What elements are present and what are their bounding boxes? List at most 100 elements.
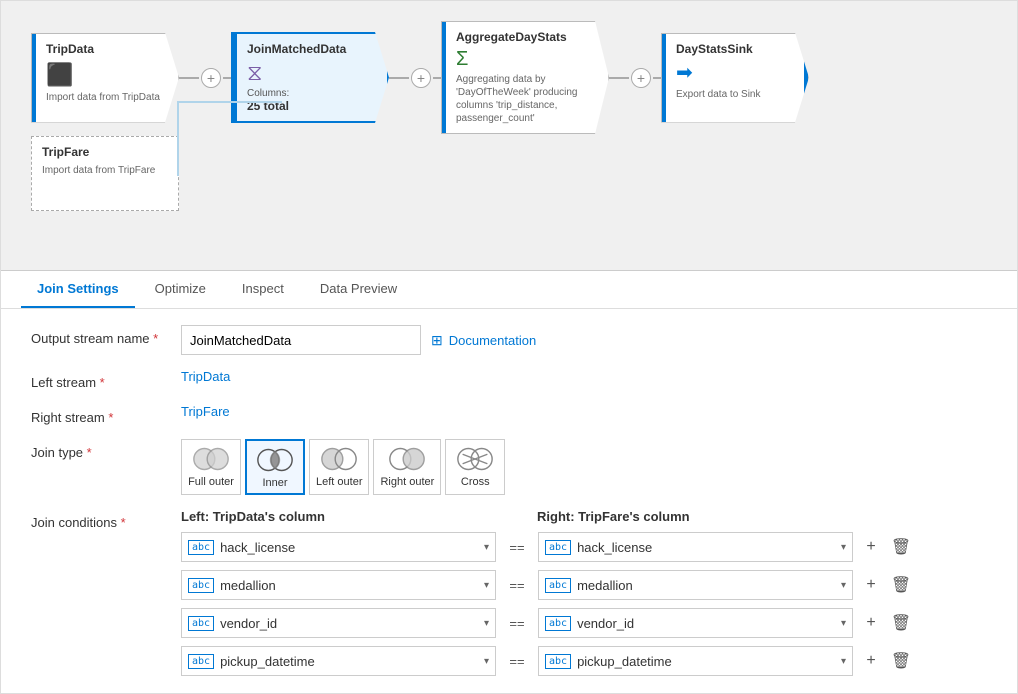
join-icon: ⧖ bbox=[247, 60, 377, 86]
right-stream-value[interactable]: TripFare bbox=[181, 404, 230, 419]
delete-condition-btn-1[interactable]: 🗑 bbox=[889, 535, 913, 559]
join-type-group: Full outer In bbox=[181, 439, 505, 495]
tab-data-preview[interactable]: Data Preview bbox=[304, 271, 413, 308]
join-label-right-outer: Right outer bbox=[380, 476, 434, 488]
add-node-btn-3[interactable]: + bbox=[631, 68, 651, 88]
settings-panel: Output stream name * ⊞ Documentation Lef… bbox=[1, 309, 1017, 693]
left-dropdown-arrow-3: ▾ bbox=[484, 618, 489, 629]
output-stream-row: Output stream name * ⊞ Documentation bbox=[31, 325, 987, 355]
tab-inspect[interactable]: Inspect bbox=[226, 271, 300, 308]
right-field-name-4: pickup_datetime bbox=[577, 654, 841, 669]
connector-3: + bbox=[609, 68, 661, 88]
join-btn-left-outer[interactable]: Left outer bbox=[309, 439, 369, 495]
add-condition-btn-4[interactable]: + bbox=[859, 649, 883, 673]
venn-inner-icon bbox=[255, 445, 295, 475]
left-dropdown-arrow-2: ▾ bbox=[484, 580, 489, 591]
sink-icon: ➡ bbox=[676, 60, 798, 85]
output-stream-control: ⊞ Documentation bbox=[181, 325, 987, 355]
equals-sign-4: == bbox=[502, 654, 532, 669]
right-type-badge-1: abc bbox=[545, 540, 571, 555]
aggregate-icon: Σ bbox=[456, 48, 598, 71]
right-type-badge-4: abc bbox=[545, 654, 571, 669]
delete-condition-btn-3[interactable]: 🗑 bbox=[889, 611, 913, 635]
connector-1: + bbox=[179, 68, 231, 88]
node-tripfare-desc: Import data from TripFare bbox=[42, 165, 168, 176]
right-dropdown-arrow-4: ▾ bbox=[841, 656, 846, 667]
node-aggregatedaystats[interactable]: AggregateDayStats Σ Aggregating data by … bbox=[441, 21, 609, 134]
required-star-1: * bbox=[153, 331, 158, 346]
right-type-badge-2: abc bbox=[545, 578, 571, 593]
add-condition-btn-2[interactable]: + bbox=[859, 573, 883, 597]
right-type-badge-3: abc bbox=[545, 616, 571, 631]
node-joinmatcheddata[interactable]: JoinMatchedData ⧖ Columns: 25 total bbox=[231, 32, 389, 123]
delete-condition-btn-2[interactable]: 🗑 bbox=[889, 573, 913, 597]
join-btn-cross[interactable]: Cross bbox=[445, 439, 505, 495]
right-field-3[interactable]: abc vendor_id ▾ bbox=[538, 608, 853, 638]
add-node-btn-1[interactable]: + bbox=[201, 68, 221, 88]
node-tripfare[interactable]: TripFare Import data from TripFare bbox=[31, 136, 179, 211]
node-daystatssink[interactable]: DayStatsSink ➡ Export data to Sink bbox=[661, 33, 809, 123]
left-field-1[interactable]: abc hack_license ▾ bbox=[181, 532, 496, 562]
left-col-header-text: Left: TripData's column bbox=[181, 509, 501, 524]
node-sink-title: DayStatsSink bbox=[676, 42, 798, 56]
right-field-name-3: vendor_id bbox=[577, 616, 841, 631]
horizontal-connector-bottom bbox=[177, 101, 282, 103]
left-dropdown-arrow-1: ▾ bbox=[484, 542, 489, 553]
join-label-left-outer: Left outer bbox=[316, 476, 362, 488]
node-tripfare-title: TripFare bbox=[42, 145, 168, 159]
node-tripdata[interactable]: TripData ⬛ Import data from TripData bbox=[31, 33, 179, 123]
right-field-4[interactable]: abc pickup_datetime ▾ bbox=[538, 646, 853, 676]
right-field-2[interactable]: abc medallion ▾ bbox=[538, 570, 853, 600]
required-star-4: * bbox=[87, 445, 92, 460]
source-icon: ⬛ bbox=[46, 62, 168, 88]
right-stream-label: Right stream * bbox=[31, 404, 181, 425]
join-btn-full-outer[interactable]: Full outer bbox=[181, 439, 241, 495]
tab-join-settings[interactable]: Join Settings bbox=[21, 271, 135, 308]
right-dropdown-arrow-1: ▾ bbox=[841, 542, 846, 553]
join-conditions-label: Join conditions * bbox=[31, 509, 181, 530]
documentation-link[interactable]: ⊞ Documentation bbox=[431, 332, 536, 349]
output-stream-label: Output stream name * bbox=[31, 325, 181, 346]
required-star-5: * bbox=[121, 515, 126, 530]
node-tripdata-title: TripData bbox=[46, 42, 168, 56]
equals-sign-3: == bbox=[502, 616, 532, 631]
left-field-name-4: pickup_datetime bbox=[220, 654, 484, 669]
left-stream-control: TripData bbox=[181, 369, 987, 384]
right-field-1[interactable]: abc hack_license ▾ bbox=[538, 532, 853, 562]
left-type-badge-4: abc bbox=[188, 654, 214, 669]
right-field-name-2: medallion bbox=[577, 578, 841, 593]
add-condition-btn-1[interactable]: + bbox=[859, 535, 883, 559]
join-type-row: Join type * Full outer bbox=[31, 439, 987, 495]
join-conditions-row: Join conditions * Left: TripData's colum… bbox=[31, 509, 987, 684]
right-dropdown-arrow-3: ▾ bbox=[841, 618, 846, 629]
join-label-inner: Inner bbox=[262, 477, 287, 489]
join-conditions-area: Left: TripData's column Right: TripFare'… bbox=[181, 509, 987, 684]
left-field-3[interactable]: abc vendor_id ▾ bbox=[181, 608, 496, 638]
vertical-connector bbox=[177, 101, 179, 176]
condition-row-2: abc medallion ▾ == abc medallion ▾ + 🗑 bbox=[181, 570, 987, 600]
node-join-sub: Columns: bbox=[247, 88, 377, 99]
join-btn-inner[interactable]: Inner bbox=[245, 439, 305, 495]
left-field-name-1: hack_license bbox=[220, 540, 484, 555]
connector-2: + bbox=[389, 68, 441, 88]
cross-icon bbox=[455, 444, 495, 474]
delete-condition-btn-4[interactable]: 🗑 bbox=[889, 649, 913, 673]
right-col-header-text: Right: TripFare's column bbox=[537, 509, 857, 524]
tab-optimize[interactable]: Optimize bbox=[139, 271, 222, 308]
main-container: TripData ⬛ Import data from TripData + J… bbox=[0, 0, 1018, 694]
output-stream-input[interactable] bbox=[181, 325, 421, 355]
left-stream-label: Left stream * bbox=[31, 369, 181, 390]
left-stream-value[interactable]: TripData bbox=[181, 369, 230, 384]
join-btn-right-outer[interactable]: Right outer bbox=[373, 439, 441, 495]
left-field-2[interactable]: abc medallion ▾ bbox=[181, 570, 496, 600]
left-field-name-2: medallion bbox=[220, 578, 484, 593]
equals-sign-2: == bbox=[502, 578, 532, 593]
required-star-3: * bbox=[108, 410, 113, 425]
right-stream-row: Right stream * TripFare bbox=[31, 404, 987, 425]
join-label-full-outer: Full outer bbox=[188, 476, 234, 488]
node-agg-desc: Aggregating data by 'DayOfTheWeek' produ… bbox=[456, 73, 598, 125]
left-field-4[interactable]: abc pickup_datetime ▾ bbox=[181, 646, 496, 676]
add-node-btn-2[interactable]: + bbox=[411, 68, 431, 88]
add-condition-btn-3[interactable]: + bbox=[859, 611, 883, 635]
join-type-label: Join type * bbox=[31, 439, 181, 460]
